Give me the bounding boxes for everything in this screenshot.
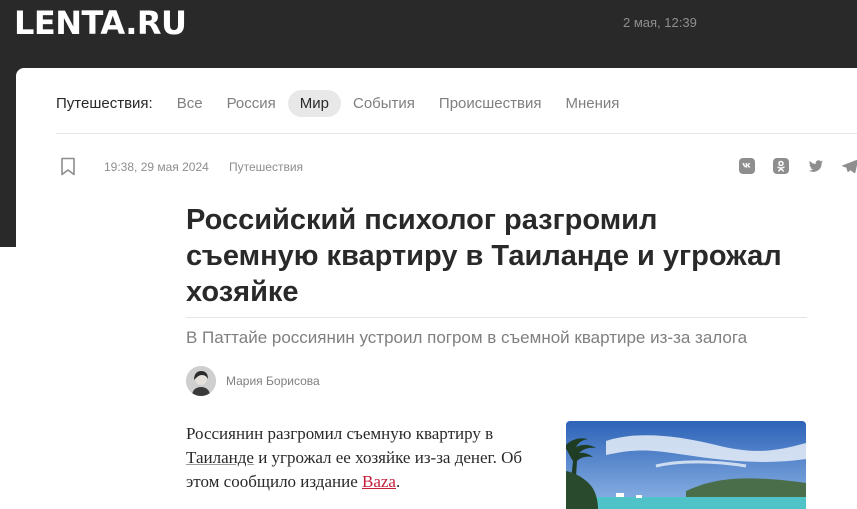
- rubric-nav: Путешествия: Все Россия Мир События Прои…: [56, 88, 631, 118]
- article-meta: 19:38, 29 мая 2024 Путешествия: [56, 156, 857, 178]
- article-photo[interactable]: [566, 421, 806, 509]
- twitter-icon[interactable]: [808, 158, 824, 179]
- odnoklassniki-icon[interactable]: [773, 158, 789, 179]
- baza-source-link[interactable]: Baza: [362, 472, 396, 491]
- thailand-link[interactable]: Таиланде: [186, 448, 254, 467]
- bookmark-icon[interactable]: [60, 157, 76, 181]
- nav-divider: [56, 133, 857, 134]
- article-author[interactable]: Мария Борисова: [186, 366, 320, 396]
- vk-icon[interactable]: [739, 158, 755, 179]
- site-logo[interactable]: LENTA.RU: [14, 4, 187, 42]
- nav-rubric-label[interactable]: Путешествия:: [56, 95, 153, 112]
- author-name[interactable]: Мария Борисова: [226, 374, 320, 388]
- nav-tab-incidents[interactable]: Происшествия: [427, 90, 554, 117]
- header-date: 2 мая, 12:39: [623, 15, 697, 30]
- telegram-icon[interactable]: [842, 158, 857, 179]
- article-time: 19:38, 29 мая 2024: [104, 160, 209, 174]
- article-rubric-link[interactable]: Путешествия: [229, 160, 303, 174]
- lead-divider: [186, 317, 807, 318]
- nav-tab-opinions[interactable]: Мнения: [553, 90, 631, 117]
- nav-tab-russia[interactable]: Россия: [215, 90, 288, 117]
- article-lead: В Паттайе россиянин устроил погром в съе…: [186, 328, 748, 347]
- article-title: Российский психолог разгромил съемную кв…: [186, 204, 782, 308]
- body-text-3: .: [395, 472, 401, 491]
- body-text-1: Россиянин разгромил съемную квартиру в: [186, 424, 494, 443]
- article-body-paragraph: Россиянин разгромил съемную квартиру в Т…: [186, 422, 546, 494]
- nav-tab-all[interactable]: Все: [165, 90, 215, 117]
- nav-tab-events[interactable]: События: [341, 90, 427, 117]
- avatar[interactable]: [186, 366, 216, 396]
- nav-tab-world[interactable]: Мир: [287, 89, 341, 117]
